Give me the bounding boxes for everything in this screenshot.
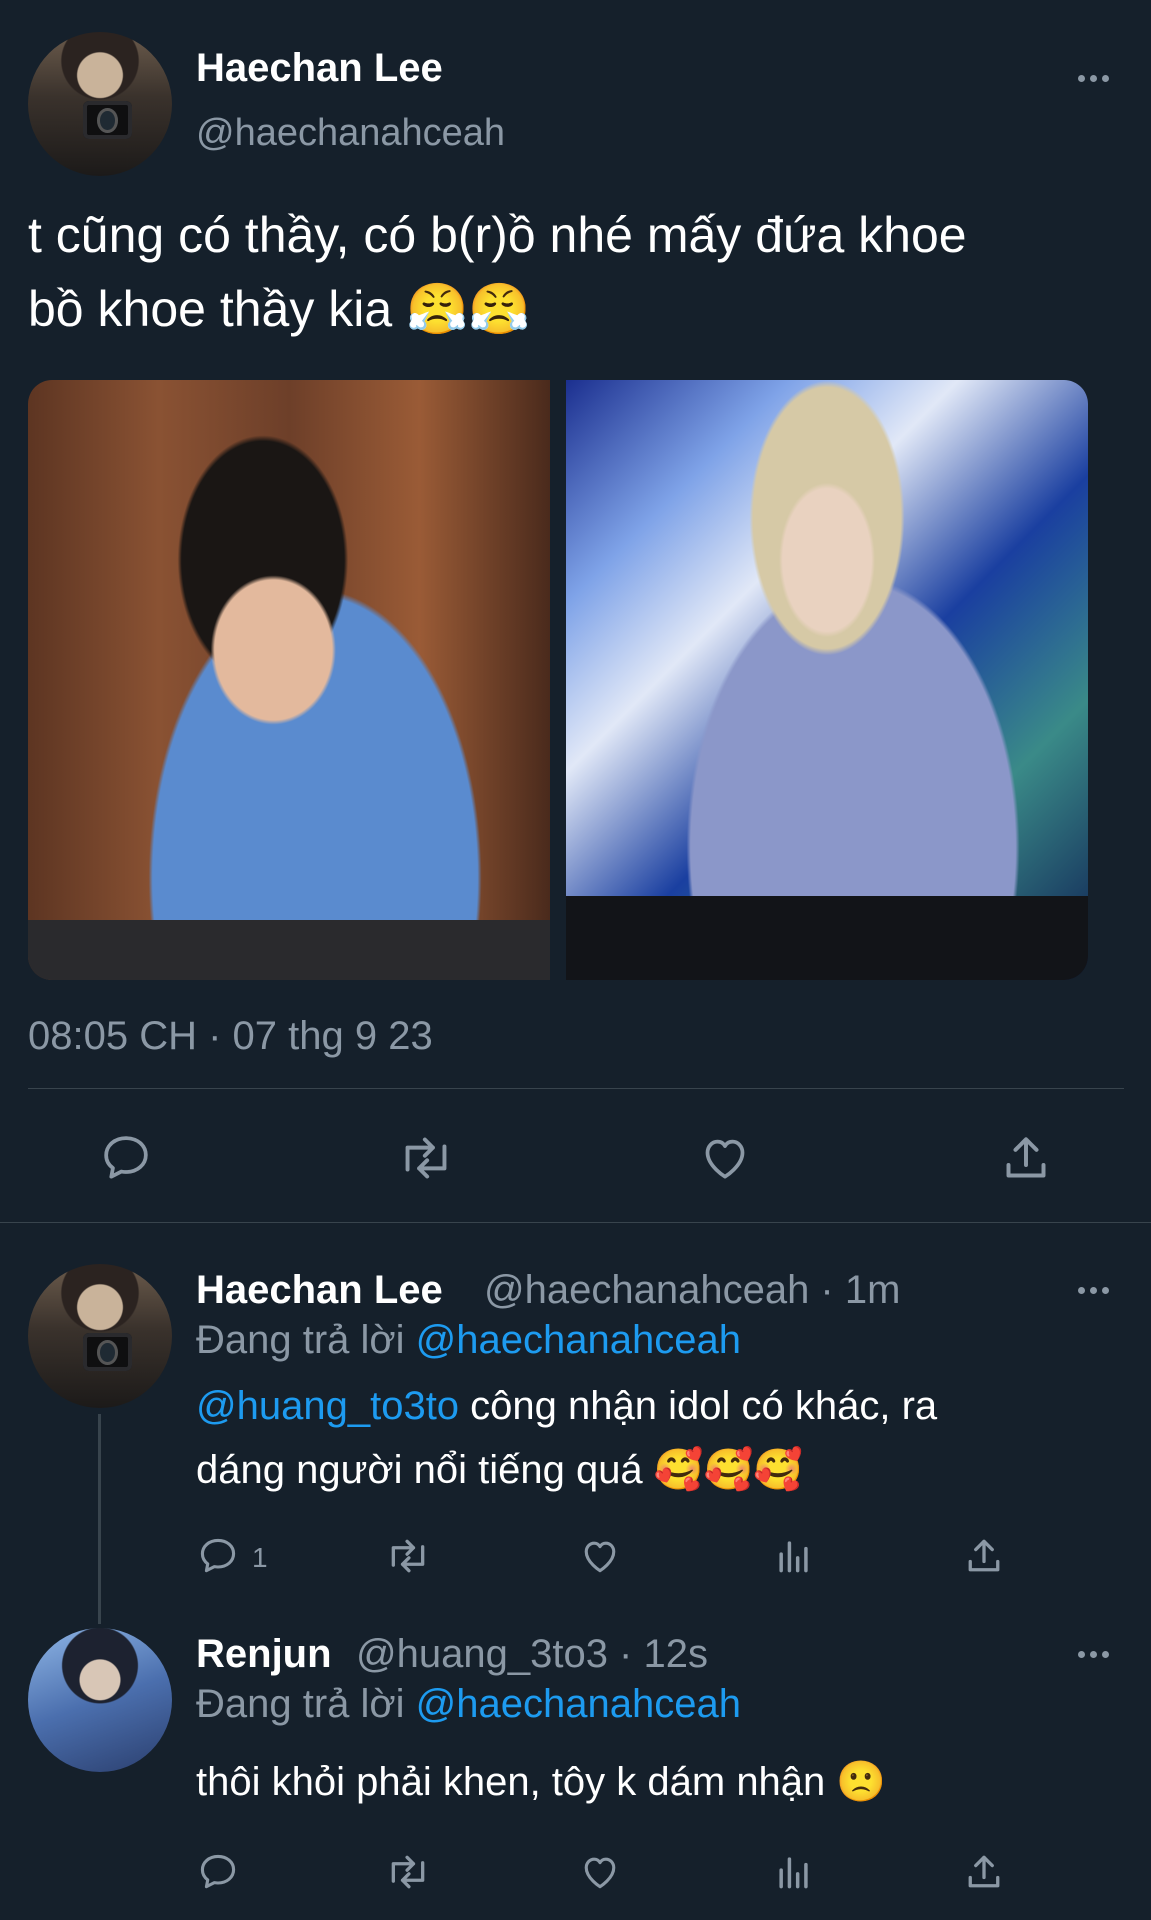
share-icon[interactable] bbox=[998, 1130, 1054, 1186]
reply-text-rest: công nhận idol có khác, ra bbox=[459, 1384, 938, 1428]
section-divider bbox=[0, 1222, 1151, 1223]
replying-to-prefix: Đang trả lời bbox=[196, 1318, 405, 1362]
reply-icon[interactable] bbox=[196, 1850, 240, 1894]
reply-text-line-2: dáng người nổi tiếng quá 🥰🥰🥰 bbox=[196, 1448, 804, 1492]
reply-avatar[interactable] bbox=[28, 1628, 172, 1772]
like-icon[interactable] bbox=[697, 1130, 753, 1186]
reply-icon[interactable] bbox=[196, 1534, 240, 1578]
retweet-icon[interactable] bbox=[396, 1130, 456, 1186]
more-options-icon[interactable] bbox=[1074, 68, 1114, 88]
share-icon[interactable] bbox=[962, 1850, 1006, 1894]
tweet-photo-1[interactable] bbox=[28, 380, 550, 980]
reply-author-name[interactable]: Haechan Lee bbox=[196, 1268, 443, 1313]
author-handle[interactable]: @haechanahceah bbox=[196, 112, 505, 155]
author-avatar[interactable] bbox=[28, 32, 172, 176]
replying-to-link[interactable]: @haechanahceah bbox=[416, 1682, 741, 1726]
like-icon[interactable] bbox=[578, 1850, 622, 1894]
replying-to-link[interactable]: @haechanahceah bbox=[416, 1318, 741, 1362]
reply-icon[interactable] bbox=[98, 1130, 154, 1186]
tweet-text-line-2-content: bồ khoe thầy kia 😤😤 bbox=[28, 281, 531, 337]
reply-avatar[interactable] bbox=[28, 1264, 172, 1408]
author-name[interactable]: Haechan Lee bbox=[196, 46, 443, 91]
reply-author-meta[interactable]: @huang_3to3 · 12s bbox=[356, 1632, 708, 1677]
mention-link[interactable]: @huang_to3to bbox=[196, 1384, 459, 1428]
tweet-text-line-1: t cũng có thầy, có b(r)ồ nhé mấy đứa kho… bbox=[28, 207, 967, 263]
share-icon[interactable] bbox=[962, 1534, 1006, 1578]
retweet-icon[interactable] bbox=[384, 1534, 432, 1578]
more-options-icon[interactable] bbox=[1074, 1280, 1114, 1300]
retweet-icon[interactable] bbox=[384, 1850, 432, 1894]
tweet-photo-2[interactable] bbox=[566, 380, 1088, 980]
like-icon[interactable] bbox=[578, 1534, 622, 1578]
camera-icon bbox=[82, 1333, 132, 1371]
replying-to: Đang trả lời @haechanahceah bbox=[196, 1318, 741, 1363]
tweet-text-line-2: bồ khoe thầy kia 😤😤 bbox=[28, 280, 531, 339]
more-options-icon[interactable] bbox=[1074, 1644, 1114, 1664]
tweet-timestamp[interactable]: 08:05 CH · 07 thg 9 23 bbox=[28, 1014, 433, 1059]
reply-text-line-1: thôi khỏi phải khen, tôy k dám nhận 🙁 bbox=[196, 1760, 887, 1804]
thread-connector bbox=[98, 1414, 101, 1624]
reply-author-name[interactable]: Renjun bbox=[196, 1632, 332, 1677]
replying-to-prefix: Đang trả lời bbox=[196, 1682, 405, 1726]
replying-to: Đang trả lời @haechanahceah bbox=[196, 1682, 741, 1727]
analytics-icon[interactable] bbox=[772, 1534, 816, 1578]
reply-author-meta[interactable]: @haechanahceah · 1m bbox=[484, 1268, 900, 1313]
photo-table-decor bbox=[566, 896, 1088, 980]
reply-text-line-1: @huang_to3to công nhận idol có khác, ra bbox=[196, 1384, 937, 1429]
camera-icon bbox=[82, 101, 132, 139]
reply-count: 1 bbox=[252, 1542, 268, 1573]
divider bbox=[28, 1088, 1124, 1089]
analytics-icon[interactable] bbox=[772, 1850, 816, 1894]
photo-table-decor bbox=[28, 920, 550, 980]
